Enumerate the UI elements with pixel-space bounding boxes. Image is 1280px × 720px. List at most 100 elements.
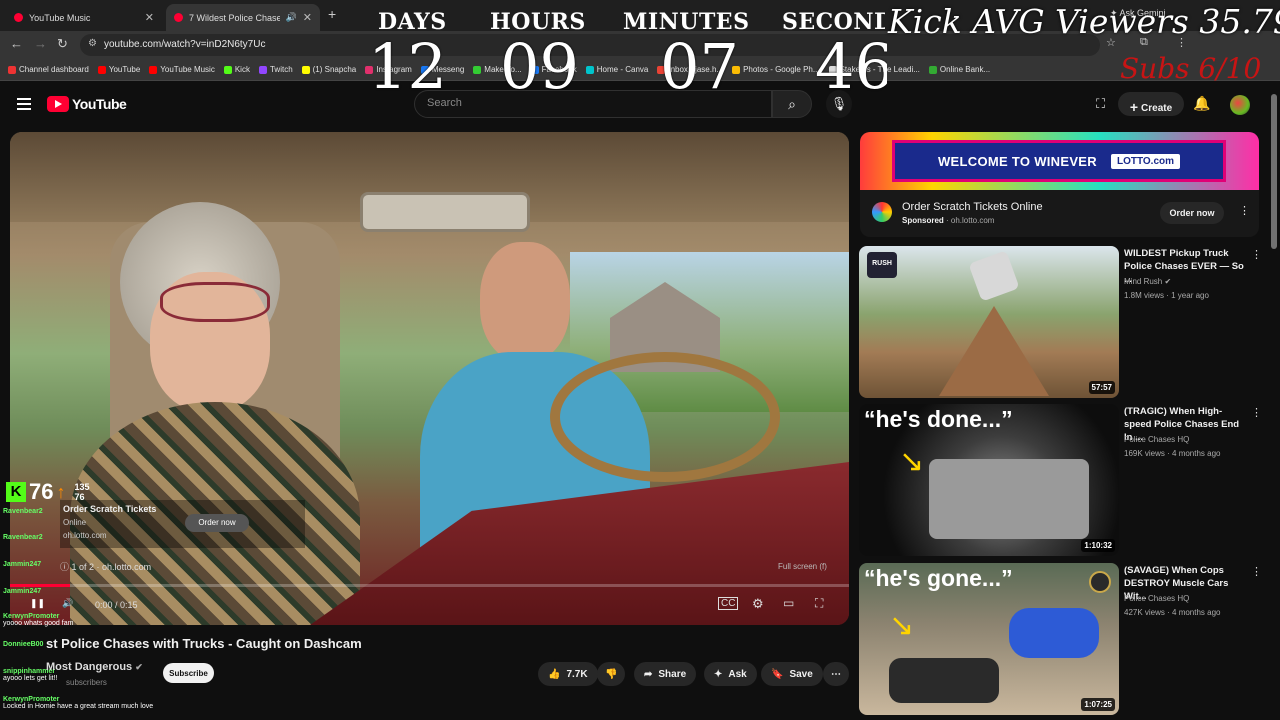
youtube-header: YouTube Search ⌕ 🎙 ⛶ + Create 🔔	[0, 84, 1280, 126]
tab-video[interactable]: 7 Wildest Police Chases with 🔊 ✕	[166, 4, 320, 31]
subs-overlay: Subs 6/10	[1120, 52, 1262, 85]
ad-banner[interactable]: WELCOME TO WINEVER LOTTO.com	[860, 132, 1259, 190]
lotto-logo-icon	[872, 202, 892, 222]
tab-youtube-music[interactable]: YouTube Music ✕	[6, 4, 162, 31]
ad-title[interactable]: Order Scratch Tickets Online	[902, 201, 1043, 213]
more-icon[interactable]: ⋮	[1251, 248, 1262, 261]
like-button[interactable]: 👍 7.7K	[538, 662, 598, 686]
chat-message: KerwynPromoter yoooo whats good fam	[3, 613, 74, 627]
chat-message: DonnieeB00	[3, 641, 44, 648]
chat-message: KerwynPromoter Locked in Homie have a gre…	[3, 696, 154, 710]
thumbs-down-icon: 👎	[605, 668, 618, 680]
police-badge-icon	[1089, 571, 1111, 593]
bookmark-item[interactable]: Kick	[223, 65, 250, 74]
subscribe-button[interactable]: Subscribe	[163, 663, 214, 683]
audio-playing-icon[interactable]: 🔊	[286, 12, 297, 23]
more-icon[interactable]: ⋮	[1251, 406, 1262, 419]
notifications-icon[interactable]: 🔔	[1193, 95, 1210, 112]
bookmark-item[interactable]: Twitch	[258, 65, 293, 74]
save-button[interactable]: 🔖 Save	[761, 662, 823, 686]
bookmark-favicon-icon	[301, 65, 310, 74]
settings-icon[interactable]: ⚙	[752, 596, 764, 612]
fullscreen-tooltip: Full screen (f)	[778, 562, 827, 571]
sparkle-icon: ✦	[714, 668, 723, 680]
bookmark-item[interactable]: Channel dashboard	[8, 65, 89, 74]
cast-icon[interactable]: ⛶	[1096, 96, 1105, 112]
bookmark-icon: 🔖	[771, 668, 784, 680]
sponsored-ad-card[interactable]: WELCOME TO WINEVER LOTTO.com Order Scrat…	[860, 132, 1259, 237]
more-icon[interactable]: ⋮	[1251, 565, 1262, 578]
verified-icon: ✔	[135, 662, 143, 672]
bookmark-item[interactable]: Home - Canva	[585, 65, 648, 74]
youtube-logo[interactable]: YouTube	[47, 96, 127, 112]
bookmark-favicon-icon	[97, 65, 106, 74]
blue-car	[1009, 608, 1099, 658]
recommendation-item[interactable]: “he's done...” ↘ 1:10:32 (TRAGIC) When H…	[859, 404, 1269, 556]
bookmark-item[interactable]: YouTube Music	[149, 65, 215, 74]
bookmark-favicon-icon	[928, 65, 937, 74]
thumbs-up-icon: 👍	[548, 668, 561, 680]
recommendation-item[interactable]: RUSH 57:57 WILDEST Pickup Truck Police C…	[859, 246, 1269, 398]
site-info-icon[interactable]: ⚙	[88, 38, 97, 49]
close-tab-icon[interactable]: ✕	[145, 11, 154, 24]
ad-more-icon[interactable]: ⋮	[1239, 204, 1250, 217]
new-tab-button[interactable]: +	[328, 6, 336, 22]
menu-icon[interactable]	[17, 98, 31, 110]
bookmark-favicon-icon	[149, 65, 158, 74]
bookmark-favicon-icon	[473, 65, 482, 74]
bookmark-item[interactable]: Photos - Google Ph...	[732, 65, 820, 74]
video-title: st Police Chases with Trucks - Caught on…	[46, 636, 362, 651]
create-button[interactable]: + Create	[1118, 92, 1184, 116]
reload-icon[interactable]: ↻	[57, 36, 68, 52]
avatar[interactable]	[1230, 95, 1250, 115]
countdown-hours: 09	[500, 30, 579, 103]
recommendation-item[interactable]: “he's gone...” ↘ 1:07:25 (SAVAGE) When C…	[859, 563, 1269, 715]
search-icon: ⌕	[788, 96, 796, 112]
chat-message: Ravenbear2	[3, 534, 43, 541]
youtube-music-icon	[14, 13, 23, 22]
youtube-play-icon	[47, 96, 69, 112]
chat-message: Jammin247	[3, 588, 42, 595]
order-now-button[interactable]: Order now	[1160, 202, 1224, 224]
plus-icon: +	[1129, 99, 1139, 115]
close-tab-icon[interactable]: ✕	[303, 11, 312, 24]
countdown-seconds: 46	[815, 36, 887, 98]
channel-name[interactable]: Most Dangerous ✔	[46, 661, 143, 673]
video-thumbnail[interactable]: “he's gone...” ↘ 1:07:25	[859, 563, 1119, 715]
rearview-mirror	[360, 192, 530, 232]
video-thumbnail[interactable]: RUSH 57:57	[859, 246, 1119, 398]
verified-icon: ✔	[1164, 277, 1172, 286]
theater-mode-icon[interactable]: ▭	[783, 596, 794, 610]
video-thumbnail[interactable]: “he's done...” ↘ 1:10:32	[859, 404, 1119, 556]
back-icon[interactable]: ←	[10, 36, 23, 51]
more-icon: ⋯	[831, 668, 841, 680]
jumping-truck	[968, 250, 1020, 302]
bookmark-favicon-icon	[223, 65, 232, 74]
chat-message: Jammin247	[3, 561, 42, 568]
scrollbar[interactable]	[1271, 94, 1277, 249]
steering-wheel	[550, 352, 780, 482]
bookmark-favicon-icon	[8, 65, 16, 74]
wrecked-car	[889, 658, 999, 703]
ask-button[interactable]: ✦ Ask	[704, 662, 757, 686]
search-button[interactable]: ⌕	[772, 90, 812, 118]
forward-icon[interactable]: →	[34, 36, 47, 51]
fullscreen-icon[interactable]: ⛶	[815, 596, 823, 611]
share-button[interactable]: ➦ Share	[634, 662, 697, 686]
captions-icon[interactable]: CC	[718, 597, 739, 610]
youtube-icon	[174, 13, 183, 22]
countdown-days: 12	[368, 30, 447, 103]
chat-message: Ravenbear2	[3, 508, 43, 515]
kick-viewers-overlay: Kick AVG Viewers 35.79	[888, 2, 1280, 41]
subscriber-count: subscribers	[66, 678, 107, 687]
bookmark-item[interactable]: YouTube	[97, 65, 140, 74]
dirt-mound	[939, 306, 1049, 396]
dislike-button[interactable]: 👎	[597, 662, 626, 686]
bookmark-item[interactable]: (1) Snapcha	[301, 65, 356, 74]
bookmark-item[interactable]: Online Bank...	[928, 65, 990, 74]
more-actions-button[interactable]: ⋯	[823, 662, 849, 686]
bookmark-favicon-icon	[258, 65, 267, 74]
share-icon: ➦	[644, 668, 653, 680]
bookmark-favicon-icon	[585, 65, 594, 74]
arrow-icon: ↘	[889, 609, 915, 642]
